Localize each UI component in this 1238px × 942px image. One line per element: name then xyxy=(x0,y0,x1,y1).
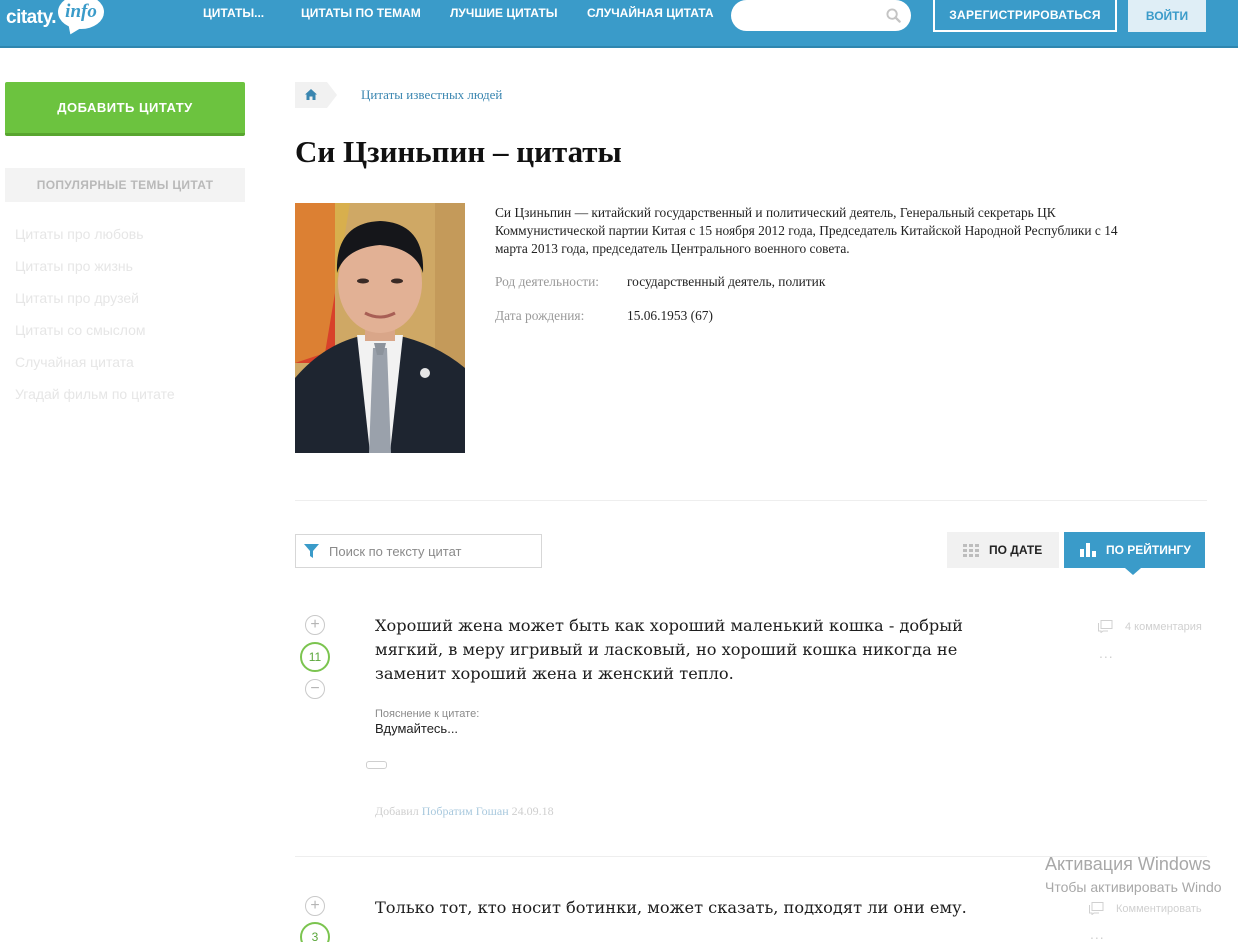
sidebar-link-random[interactable]: Случайная цитата xyxy=(15,354,134,370)
quote-text: Хороший жена может быть как хороший мале… xyxy=(375,616,963,683)
comments-link[interactable]: 4 комментария xyxy=(1098,620,1202,633)
more-options-icon[interactable]: ... xyxy=(1090,926,1105,942)
nav-random-quote[interactable]: СЛУЧАЙНАЯ ЦИТАТА xyxy=(587,6,714,20)
upvote-button[interactable]: + xyxy=(305,615,325,635)
nav-quotes[interactable]: ЦИТАТЫ... xyxy=(203,6,264,20)
register-button[interactable]: ЗАРЕГИСТРИРОВАТЬСЯ xyxy=(933,0,1117,32)
home-icon xyxy=(305,89,317,100)
sidebar-link-friends[interactable]: Цитаты про друзей xyxy=(15,290,139,306)
person-photo xyxy=(295,203,465,453)
quote-rating: 11 xyxy=(300,642,330,672)
author-link[interactable]: Побратим Гошан xyxy=(422,804,509,818)
person-description: Си Цзиньпин — китайский государственный … xyxy=(495,205,1118,256)
calendar-grid-icon xyxy=(963,544,979,557)
site-logo[interactable]: citaty. info xyxy=(6,0,105,36)
comment-icon xyxy=(1098,620,1113,633)
quote-rating: 3 xyxy=(300,922,330,942)
upvote-button[interactable]: + xyxy=(305,896,325,916)
top-navigation-bar: citaty. info ЦИТАТЫ... ЦИТАТЫ ПО ТЕМАМ Л… xyxy=(0,0,1238,48)
tag-pill[interactable] xyxy=(366,761,387,769)
sidebar-link-guess-film[interactable]: Угадай фильм по цитате xyxy=(15,386,175,402)
sort-by-rating-button[interactable]: ПО РЕЙТИНГУ xyxy=(1064,532,1205,575)
occupation-value: государственный деятель, политик xyxy=(627,274,826,289)
added-date: 24.09.18 xyxy=(511,804,554,818)
header-search-input[interactable] xyxy=(731,0,911,31)
breadcrumb-home[interactable] xyxy=(295,82,337,108)
person-photo-drawing xyxy=(295,203,465,453)
bar-chart-icon xyxy=(1080,543,1096,557)
comment-icon xyxy=(1089,902,1104,915)
sidebar-link-life[interactable]: Цитаты про жизнь xyxy=(15,258,133,274)
sort-by-date-button[interactable]: ПО ДАТЕ xyxy=(947,532,1059,568)
logo-text: citaty. xyxy=(6,7,57,28)
section-divider xyxy=(295,500,1207,501)
comments-count: 4 комментария xyxy=(1125,620,1202,633)
comment-action: Комментировать xyxy=(1116,902,1202,915)
logo-bubble: info xyxy=(58,0,105,29)
quote-text: Только тот, кто носит ботинки, может ска… xyxy=(375,898,967,917)
birth-date-value: 15.06.1953 (67) xyxy=(627,308,713,323)
filter-icon xyxy=(304,544,319,558)
breadcrumb-famous-people[interactable]: Цитаты известных людей xyxy=(361,87,502,103)
more-options-icon[interactable]: ... xyxy=(1099,645,1114,661)
sort-by-rating-label: ПО РЕЙТИНГУ xyxy=(1106,543,1191,557)
comments-link[interactable]: Комментировать xyxy=(1089,902,1202,915)
nav-quotes-by-topic[interactable]: ЦИТАТЫ ПО ТЕМАМ xyxy=(301,6,421,20)
occupation-label: Род деятельности: xyxy=(495,274,599,289)
explanation-label: Пояснение к цитате: xyxy=(375,708,480,720)
page-title: Си Цзиньпин – цитаты xyxy=(295,134,622,169)
explanation-text: Вдумайтесь... xyxy=(375,721,459,736)
quote-added-by: Добавил Побратим Гошан 24.09.18 xyxy=(375,804,554,819)
birth-date-label: Дата рождения: xyxy=(495,308,585,323)
sidebar-link-love[interactable]: Цитаты про любовь xyxy=(15,226,144,242)
logo-bubble-text: info xyxy=(65,1,97,22)
sort-by-date-label: ПО ДАТЕ xyxy=(989,543,1043,557)
quote-search-box[interactable] xyxy=(295,534,542,568)
downvote-button[interactable]: − xyxy=(305,679,325,699)
windows-activation-title: Активация Windows xyxy=(1045,854,1211,874)
windows-activation-subtitle: Чтобы активировать Windo xyxy=(1045,879,1222,895)
login-button[interactable]: ВОЙТИ xyxy=(1128,0,1206,32)
added-prefix: Добавил xyxy=(375,804,419,818)
add-quote-button[interactable]: ДОБАВИТЬ ЦИТАТУ xyxy=(5,82,245,136)
nav-best-quotes[interactable]: ЛУЧШИЕ ЦИТАТЫ xyxy=(450,6,557,20)
sidebar-link-meaning[interactable]: Цитаты со смыслом xyxy=(15,322,146,338)
popular-topics-title: ПОПУЛЯРНЫЕ ТЕМЫ ЦИТАТ xyxy=(5,168,245,202)
quote-search-input[interactable] xyxy=(329,541,529,561)
search-icon[interactable] xyxy=(886,8,901,23)
